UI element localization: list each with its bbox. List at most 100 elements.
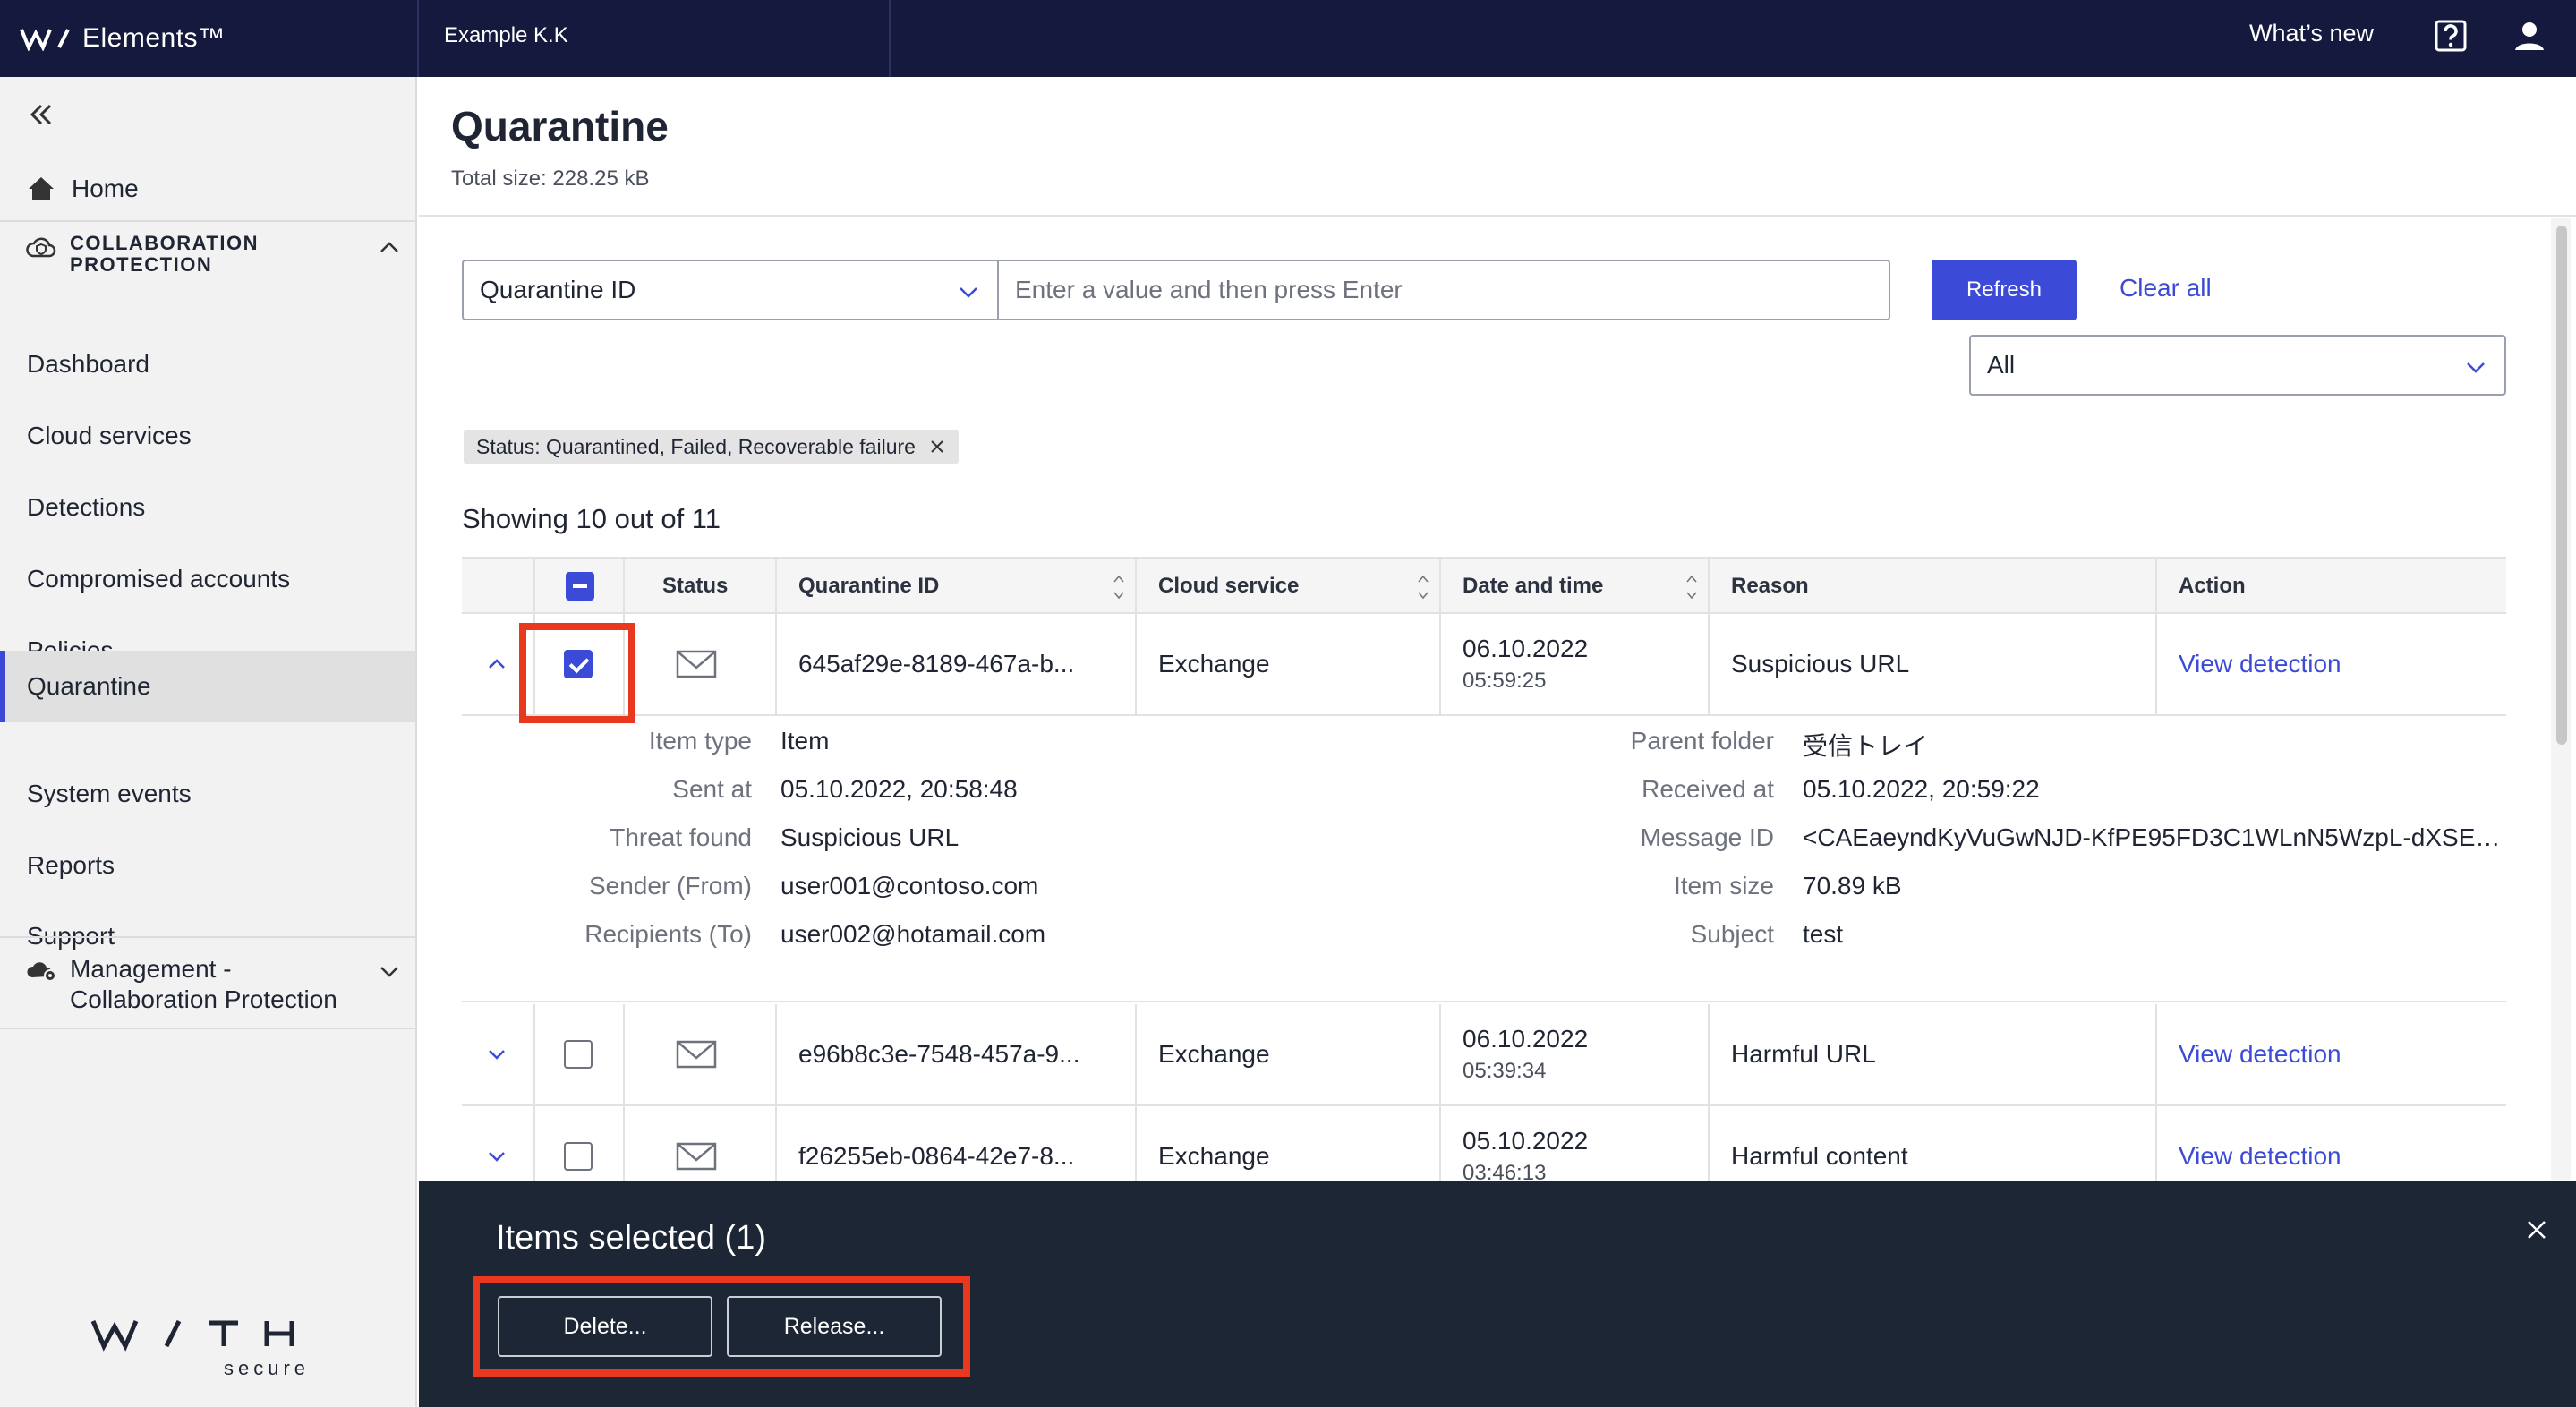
select-all-cell	[533, 559, 623, 614]
sidebar-divider	[0, 936, 415, 938]
scope-select[interactable]: All	[1969, 335, 2506, 396]
chevron-down-icon	[2467, 362, 2485, 373]
sort-icon	[1686, 575, 1697, 600]
th-action: Action	[2155, 559, 2506, 614]
chevron-down-icon[interactable]	[483, 1041, 510, 1068]
th-reason: Reason	[1708, 559, 2155, 614]
help-icon[interactable]	[2433, 18, 2469, 54]
close-icon[interactable]	[928, 438, 946, 456]
chevron-up-icon[interactable]	[483, 651, 510, 678]
detail-subject: test	[1803, 920, 1844, 948]
status-filter-chip-label: Status: Quarantined, Failed, Recoverable…	[476, 434, 916, 458]
detail-label: Sent at	[672, 775, 752, 803]
clear-all-button[interactable]: Clear all	[2120, 274, 2212, 303]
detail-label: Parent folder	[1630, 727, 1774, 755]
collapse-sidebar-icon[interactable]	[25, 98, 57, 131]
sidebar-item-reports[interactable]: Reports	[0, 830, 415, 901]
close-icon[interactable]	[2524, 1217, 2549, 1242]
mail-icon	[676, 650, 717, 678]
chevron-down-icon[interactable]	[483, 1143, 510, 1170]
reason-cell: Harmful URL	[1708, 1004, 2155, 1104]
highlight-selected-checkbox	[519, 623, 635, 723]
sidebar-item-label: Reports	[27, 851, 115, 879]
sidebar: Home COLLABORATION PROTECTION Dashboard …	[0, 77, 417, 1407]
detail-item-size: 70.89 kB	[1803, 872, 1902, 900]
date-time-cell: 06.10.2022 05:59:25	[1439, 614, 1708, 714]
quarantine-id-cell: 645af29e-8189-467a-b...	[775, 614, 1135, 714]
total-size: Total size: 228.25 kB	[451, 166, 650, 191]
sidebar-item-system-events[interactable]: System events	[0, 758, 415, 830]
detail-label: Sender (From)	[588, 872, 752, 900]
items-selected-count: Items selected (1)	[496, 1219, 766, 1257]
refresh-button[interactable]: Refresh	[1932, 260, 2077, 320]
th-date-time[interactable]: Date and time	[1439, 559, 1708, 614]
detail-recipients: user002@hotamail.com	[780, 920, 1046, 948]
th-label: Date and time	[1463, 574, 1604, 598]
sidebar-item-compromised-accounts[interactable]: Compromised accounts	[0, 543, 415, 615]
th-label: Quarantine ID	[798, 574, 940, 598]
select-all-checkbox[interactable]	[566, 572, 594, 601]
filter-field-value: Quarantine ID	[480, 276, 636, 303]
detail-label: Message ID	[1640, 823, 1774, 851]
cloud-service-cell: Exchange	[1135, 1004, 1439, 1104]
cloud-shield-icon	[26, 237, 56, 258]
th-quarantine-id[interactable]: Quarantine ID	[775, 559, 1135, 614]
chevron-down-icon	[960, 287, 977, 298]
detail-received-at: 05.10.2022, 20:59:22	[1803, 775, 2040, 803]
sidebar-item-quarantine[interactable]: Quarantine	[0, 651, 415, 722]
detail-label: Received at	[1642, 775, 1774, 803]
scope-select-value: All	[1987, 351, 2016, 379]
sidebar-section-collaboration-protection[interactable]: COLLABORATION PROTECTION	[0, 220, 415, 292]
sidebar-item-dashboard[interactable]: Dashboard	[0, 328, 415, 400]
row-checkbox[interactable]	[564, 1142, 593, 1171]
table-row[interactable]: e96b8c3e-7548-457a-9... Exchange 06.10.2…	[462, 1004, 2506, 1106]
organization-name[interactable]: Example K.K	[444, 23, 568, 48]
row-checkbox[interactable]	[564, 1040, 593, 1069]
filter-value-input[interactable]	[997, 260, 1890, 320]
sidebar-section-management[interactable]: Management - Collaboration Protection	[0, 942, 415, 1029]
scrollbar-thumb[interactable]	[2556, 226, 2567, 745]
sidebar-item-label: Detections	[27, 493, 146, 521]
row-details: Item type Item Sent at 05.10.2022, 20:58…	[462, 716, 2513, 1002]
view-detection-link[interactable]: View detection	[2179, 650, 2341, 678]
sidebar-item-detections[interactable]: Detections	[0, 472, 415, 543]
action-cell: View detection	[2155, 614, 2506, 714]
detail-sender: user001@contoso.com	[780, 872, 1039, 900]
sidebar-divider	[0, 1028, 415, 1029]
whats-new-link[interactable]: What’s new	[2249, 20, 2374, 47]
view-detection-link[interactable]: View detection	[2179, 1040, 2341, 1069]
withsecure-footer-logo: secure	[90, 1319, 310, 1379]
user-account-icon[interactable]	[2512, 18, 2547, 54]
th-status: Status	[623, 559, 775, 614]
sidebar-item-home[interactable]: Home	[0, 158, 415, 220]
sort-icon	[1113, 575, 1124, 600]
brand[interactable]: Elements™	[20, 16, 226, 61]
view-detection-link[interactable]: View detection	[2179, 1142, 2341, 1171]
detail-threat: Suspicious URL	[780, 823, 960, 851]
sidebar-section-label: COLLABORATION PROTECTION	[70, 232, 259, 276]
mail-icon	[676, 1040, 717, 1069]
time: 05:59:25	[1463, 669, 1547, 693]
action-cell: View detection	[2155, 1004, 2506, 1104]
sidebar-item-label: Quarantine	[27, 672, 151, 700]
footer-logo-word: secure	[224, 1357, 310, 1379]
topbar-divider	[417, 0, 419, 77]
reason-cell: Suspicious URL	[1708, 614, 2155, 714]
status-filter-chip: Status: Quarantined, Failed, Recoverable…	[464, 430, 959, 464]
cloud-gear-icon	[27, 962, 56, 982]
mail-icon	[676, 1142, 717, 1171]
detail-item-type: Item	[780, 727, 830, 755]
time: 05:39:34	[1463, 1059, 1547, 1083]
table-row[interactable]: 645af29e-8189-467a-b... Exchange 06.10.2…	[462, 614, 2506, 716]
th-cloud-service[interactable]: Cloud service	[1135, 559, 1439, 614]
results-count: Showing 10 out of 11	[462, 503, 721, 534]
date: 05.10.2022	[1463, 1127, 1589, 1155]
filter-field-select[interactable]: Quarantine ID	[462, 260, 999, 320]
sidebar-item-label: Home	[72, 175, 139, 202]
sidebar-item-cloud-services[interactable]: Cloud services	[0, 400, 415, 472]
chevron-up-icon	[380, 242, 398, 252]
sidebar-item-label: Compromised accounts	[27, 565, 291, 593]
detail-parent-folder: 受信トレイ	[1803, 732, 1929, 760]
row-toggle-cell	[462, 1004, 533, 1104]
th-label: Cloud service	[1158, 574, 1300, 598]
